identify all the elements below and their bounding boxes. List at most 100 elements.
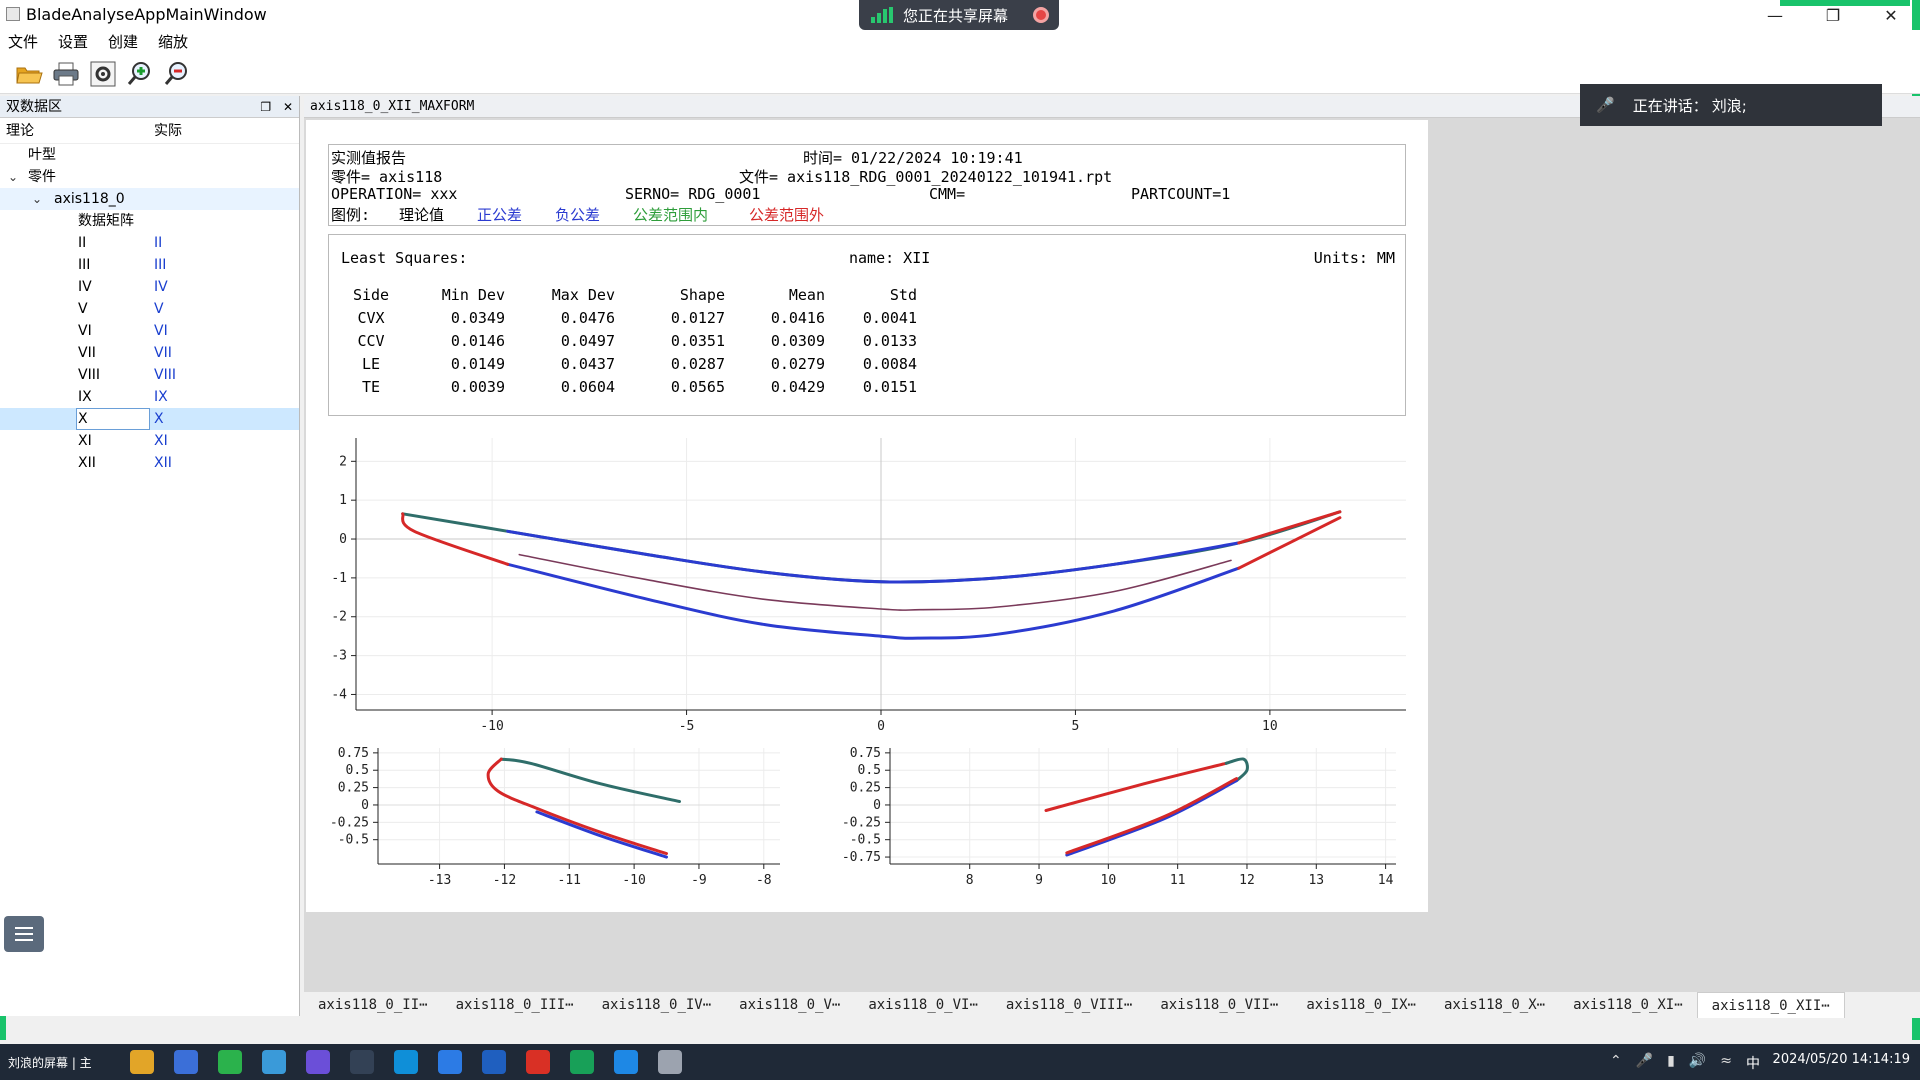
tree-label-actual: VII [154, 345, 172, 361]
float-panel-icon[interactable]: ❐ [260, 100, 271, 114]
menu-settings[interactable]: 设置 [58, 30, 88, 54]
y-tick-label: 0 [339, 532, 347, 547]
tree-label-actual: II [154, 235, 163, 251]
tab-section-XII[interactable]: axis118_0_XII⋯ [1696, 992, 1845, 1018]
share-banner-label: 您正在共享屏幕 [903, 6, 1009, 25]
tree-item-section-X[interactable]: XX [0, 408, 299, 430]
close-panel-icon[interactable]: ✕ [283, 100, 293, 114]
y-tick-label: 0.25 [338, 781, 369, 796]
tree-label: VIII [78, 367, 100, 383]
tree-item-matrix[interactable]: 数据矩阵 [0, 210, 299, 232]
panel-header: 双数据区 ❐ ✕ [0, 96, 299, 118]
tree-item-section-XI[interactable]: XI XI [0, 430, 299, 452]
tab-section-X[interactable]: axis118_0_X⋯ [1430, 992, 1559, 1018]
tree-item-axis[interactable]: ⌄ axis118_0 [0, 188, 299, 210]
tree-item-section-III[interactable]: III III [0, 254, 299, 276]
chevron-down-icon[interactable]: ⌄ [8, 166, 20, 188]
stop-share-button[interactable] [1033, 7, 1049, 23]
volume-icon[interactable]: 🔊 [1689, 1053, 1706, 1073]
menu-zoom[interactable]: 缩放 [158, 30, 188, 54]
tree-item-blade[interactable]: 叶型 [0, 144, 299, 166]
tree-item-section-V[interactable]: VV [0, 298, 299, 320]
x-tick-label: -9 [691, 873, 707, 888]
clock[interactable]: 2024/05/20 14:14:19 [1773, 1052, 1910, 1067]
settings-icon[interactable] [88, 59, 118, 89]
tree-label-actual: IV [154, 279, 168, 295]
system-tray: ⌃ 🎤 ▮ 🔊 ≈ 中 [1610, 1053, 1760, 1073]
meeting-app-icon[interactable] [614, 1050, 638, 1074]
edge-browser-icon[interactable] [394, 1050, 418, 1074]
monitor-app-icon[interactable] [570, 1050, 594, 1074]
tab-section-VI[interactable]: axis118_0_VI⋯ [854, 992, 992, 1018]
y-tick-label: 0.75 [850, 746, 881, 761]
taskbar: 刘浪的屏幕 | 主 ⌃ 🎤 ▮ 🔊 ≈ 中 2024/05/20 14:14:1… [0, 1044, 1920, 1080]
open-folder-icon[interactable] [14, 59, 44, 89]
file-explorer-icon[interactable] [130, 1050, 154, 1074]
y-tick-label: -0.5 [338, 833, 369, 848]
photos-icon[interactable] [306, 1050, 330, 1074]
tab-section-II[interactable]: axis118_0_II⋯ [304, 992, 442, 1018]
x-tick-label: -10 [622, 873, 645, 888]
tree-item-section-VI[interactable]: VI VI [0, 320, 299, 342]
menu-create[interactable]: 创建 [108, 30, 138, 54]
microphone-icon[interactable]: 🎤 [1636, 1053, 1653, 1073]
y-tick-label: 0.25 [850, 781, 881, 796]
tab-section-VIII[interactable]: axis118_0_VIII⋯ [992, 992, 1146, 1018]
y-tick-label: -1 [331, 571, 347, 586]
tree-item-section-II[interactable]: II II [0, 232, 299, 254]
blade-app-icon[interactable] [658, 1050, 682, 1074]
tree-item-section-VIII[interactable]: VIII VIII [0, 364, 299, 386]
speaking-indicator: 🎤 正在讲话： 刘浪; [1580, 84, 1882, 126]
wechat-icon[interactable] [218, 1050, 242, 1074]
tree-label: 数据矩阵 [78, 213, 134, 229]
zoom-out-icon[interactable] [162, 59, 192, 89]
tree-item-section-VII[interactable]: VII VII [0, 342, 299, 364]
x-tick-label: 13 [1308, 873, 1324, 888]
col-actual[interactable]: 实际 [154, 118, 182, 143]
audio-app-icon[interactable] [350, 1050, 374, 1074]
wifi-icon[interactable]: ≈ [1720, 1053, 1732, 1073]
paint-icon[interactable] [262, 1050, 286, 1074]
tree-label: XI [78, 433, 92, 449]
tab-section-VII[interactable]: axis118_0_VII⋯ [1146, 992, 1292, 1018]
share-overlay-text: 刘浪的屏幕 | 主 [8, 1056, 92, 1070]
y-tick-label: -3 [331, 649, 347, 664]
share-border-top [1780, 0, 1910, 6]
battery-icon[interactable]: ▮ [1667, 1053, 1675, 1073]
x-tick-label: -5 [679, 719, 695, 734]
tree-label: II [78, 235, 87, 251]
chevron-down-icon[interactable]: ⌄ [32, 188, 44, 210]
profile-series-line [535, 810, 668, 859]
tree-label-actual: III [154, 257, 167, 273]
y-tick-label: -0.25 [842, 815, 881, 830]
microphone-icon: 🎤 [1596, 96, 1615, 114]
report-page: 实测值报告 时间= 01/22/2024 10:19:41 零件= axis11… [306, 120, 1428, 912]
menu-file[interactable]: 文件 [8, 30, 38, 54]
photoshop-icon[interactable] [482, 1050, 506, 1074]
image-viewer-icon[interactable] [438, 1050, 462, 1074]
tree-item-section-IV[interactable]: IV IV [0, 276, 299, 298]
tree-label-actual: V [154, 301, 164, 317]
tree-label: IV [78, 279, 92, 295]
profile-series-line [1065, 777, 1239, 855]
x-tick-label: 8 [966, 873, 974, 888]
print-icon[interactable] [51, 59, 81, 89]
tree-item-section-IX[interactable]: IX IX [0, 386, 299, 408]
screen-share-banner: 您正在共享屏幕 [859, 0, 1059, 30]
tree-label: X [78, 411, 88, 427]
zoom-in-icon[interactable] [125, 59, 155, 89]
chevron-up-icon[interactable]: ⌃ [1610, 1053, 1622, 1073]
ime-indicator[interactable]: 中 [1746, 1053, 1760, 1073]
wps-icon[interactable] [526, 1050, 550, 1074]
tab-section-V[interactable]: axis118_0_V⋯ [725, 992, 854, 1018]
tree-label-actual: VI [154, 323, 168, 339]
calculator-icon[interactable] [174, 1050, 198, 1074]
tab-section-III[interactable]: axis118_0_III⋯ [442, 992, 588, 1018]
tree-item-section-XII[interactable]: XII XII [0, 452, 299, 474]
tab-section-IX[interactable]: axis118_0_IX⋯ [1292, 992, 1430, 1018]
list-menu-button[interactable] [4, 916, 44, 952]
col-theory[interactable]: 理论 [0, 118, 154, 143]
tab-section-IV[interactable]: axis118_0_IV⋯ [588, 992, 726, 1018]
tab-section-XI[interactable]: axis118_0_XI⋯ [1559, 992, 1697, 1018]
tree-item-part[interactable]: ⌄ 零件 [0, 166, 299, 188]
